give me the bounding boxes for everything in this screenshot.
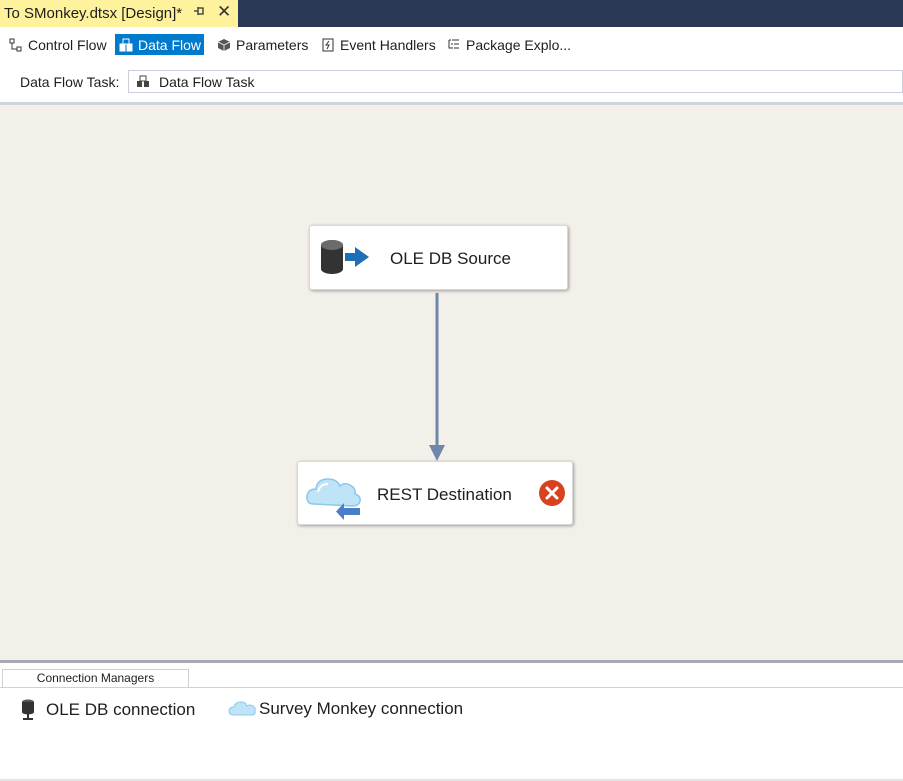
connection-managers-tab[interactable]: Connection Managers xyxy=(2,669,189,688)
parameters-icon xyxy=(216,37,232,53)
data-flow-task-select[interactable]: Data Flow Task xyxy=(128,70,903,93)
tab-event-handlers-label: Event Handlers xyxy=(340,36,436,53)
close-icon[interactable]: ✕ xyxy=(217,2,231,22)
tab-data-flow[interactable]: Data Flow xyxy=(115,34,205,55)
tab-control-flow-label: Control Flow xyxy=(28,36,107,53)
cloud-connection-icon xyxy=(228,699,257,719)
tab-parameters[interactable]: Parameters xyxy=(213,34,311,55)
tab-package-explorer[interactable]: Package Explo... xyxy=(443,34,574,55)
ole-db-source-label: OLE DB Source xyxy=(390,249,511,268)
rest-destination-label: REST Destination xyxy=(377,485,512,504)
data-flow-task-icon xyxy=(135,74,151,90)
connection-managers-panel: Connection Managers OLE DB connection Su… xyxy=(0,663,903,781)
document-tab[interactable]: To SMonkey.dtsx [Design]* ✕ xyxy=(0,0,238,27)
ole-db-source-component[interactable]: OLE DB Source xyxy=(309,225,568,290)
divider xyxy=(0,687,903,688)
data-flow-task-row: Data Flow Task: Data Flow Task xyxy=(0,61,903,102)
tab-parameters-label: Parameters xyxy=(236,36,309,53)
designer-tabs: Control Flow Data Flow Parameters Event … xyxy=(0,27,903,61)
database-connection-icon xyxy=(20,699,36,721)
design-canvas[interactable]: OLE DB Source REST Destination xyxy=(0,105,903,660)
data-flow-icon xyxy=(118,37,134,53)
tab-data-flow-label: Data Flow xyxy=(138,36,202,53)
tab-event-handlers[interactable]: Event Handlers xyxy=(317,34,439,55)
document-tab-title: To SMonkey.dtsx [Design]* xyxy=(4,5,183,22)
data-flow-task-value: Data Flow Task xyxy=(159,73,255,90)
event-handlers-icon xyxy=(320,37,336,53)
tab-control-flow[interactable]: Control Flow xyxy=(5,34,110,55)
connection-item-survey-monkey[interactable]: Survey Monkey connection xyxy=(228,699,463,719)
package-explorer-icon xyxy=(446,37,462,53)
pin-icon[interactable] xyxy=(193,5,205,20)
connection-item-ole-db-label: OLE DB connection xyxy=(46,700,196,719)
ole-db-source-icon xyxy=(319,238,371,281)
control-flow-icon xyxy=(8,37,24,53)
rest-destination-component[interactable]: REST Destination xyxy=(297,461,573,525)
data-path-arrow[interactable] xyxy=(0,105,903,660)
error-icon[interactable] xyxy=(538,479,566,512)
rest-destination-icon xyxy=(304,470,364,525)
connection-item-survey-monkey-label: Survey Monkey connection xyxy=(259,699,464,718)
tab-package-explorer-label: Package Explo... xyxy=(466,36,572,53)
title-bar: To SMonkey.dtsx [Design]* ✕ xyxy=(0,0,903,27)
data-flow-task-label: Data Flow Task: xyxy=(20,74,120,90)
connection-item-ole-db[interactable]: OLE DB connection xyxy=(20,699,195,721)
